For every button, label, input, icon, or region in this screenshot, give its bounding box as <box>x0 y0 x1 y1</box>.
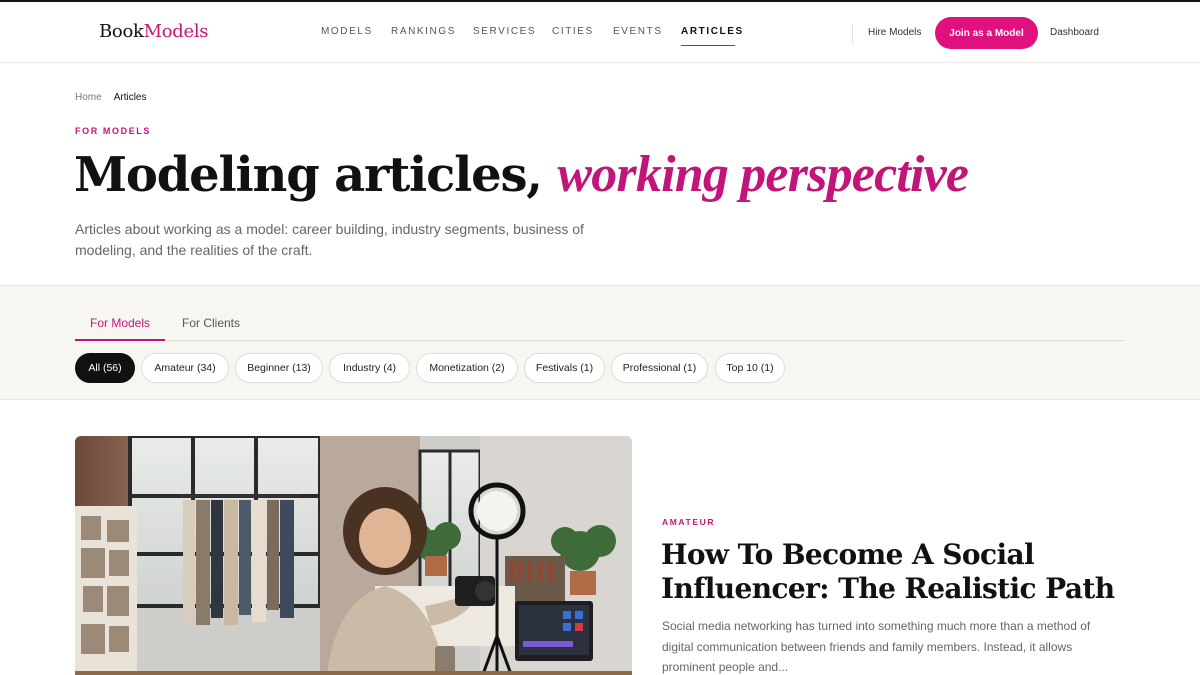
header-divider <box>852 24 853 44</box>
filter-chip-beginner[interactable]: Beginner (13) <box>235 353 323 383</box>
filter-chip-all[interactable]: All (56) <box>75 353 135 383</box>
page-title-accent: working perspective <box>557 146 969 203</box>
nav-item-models[interactable]: MODELS <box>321 26 373 37</box>
filter-chip-monetization[interactable]: Monetization (2) <box>416 353 518 383</box>
page-title: Modeling articles, working perspective <box>74 142 969 208</box>
nav-item-articles[interactable]: ARTICLES <box>681 26 744 37</box>
article-title[interactable]: How To Become A Social Influencer: The R… <box>661 538 1141 606</box>
site-header: BookModels MODELS RANKINGS SERVICES CITI… <box>0 2 1200 63</box>
tab-active-underline <box>75 339 165 341</box>
filters-band: For Models For Clients All (56) Amateur … <box>0 285 1200 400</box>
nav-item-services[interactable]: SERVICES <box>473 26 536 37</box>
article-category: AMATEUR <box>662 517 716 527</box>
influencer-photo-illustration <box>75 436 632 675</box>
dashboard-link[interactable]: Dashboard <box>1050 27 1099 38</box>
tab-for-models[interactable]: For Models <box>90 316 150 330</box>
filter-chip-industry[interactable]: Industry (4) <box>329 353 410 383</box>
filter-chip-professional[interactable]: Professional (1) <box>611 353 708 383</box>
filter-chip-amateur[interactable]: Amateur (34) <box>141 353 229 383</box>
nav-item-events[interactable]: EVENTS <box>613 26 663 37</box>
hero-eyebrow: FOR MODELS <box>75 126 151 136</box>
breadcrumb-home[interactable]: Home <box>75 92 102 103</box>
hire-models-link[interactable]: Hire Models <box>868 27 921 38</box>
page-title-main: Modeling articles, <box>74 147 543 203</box>
nav-item-cities[interactable]: CITIES <box>552 26 594 37</box>
filter-chip-festivals[interactable]: Festivals (1) <box>524 353 605 383</box>
nav-active-underline <box>681 45 735 46</box>
breadcrumb-current: Articles <box>113 92 147 103</box>
featured-article-image[interactable] <box>75 436 632 675</box>
hero-description: Articles about working as a model: caree… <box>75 221 584 258</box>
breadcrumb: Home Articles <box>75 92 146 103</box>
audience-tabs: For Models For Clients <box>75 286 1124 341</box>
nav-item-rankings[interactable]: RANKINGS <box>391 26 456 37</box>
join-as-model-button[interactable]: Join as a Model <box>935 17 1038 49</box>
tab-for-clients[interactable]: For Clients <box>182 316 240 330</box>
article-excerpt: Social media networking has turned into … <box>662 619 1091 674</box>
filter-chip-top-10[interactable]: Top 10 (1) <box>715 353 785 383</box>
